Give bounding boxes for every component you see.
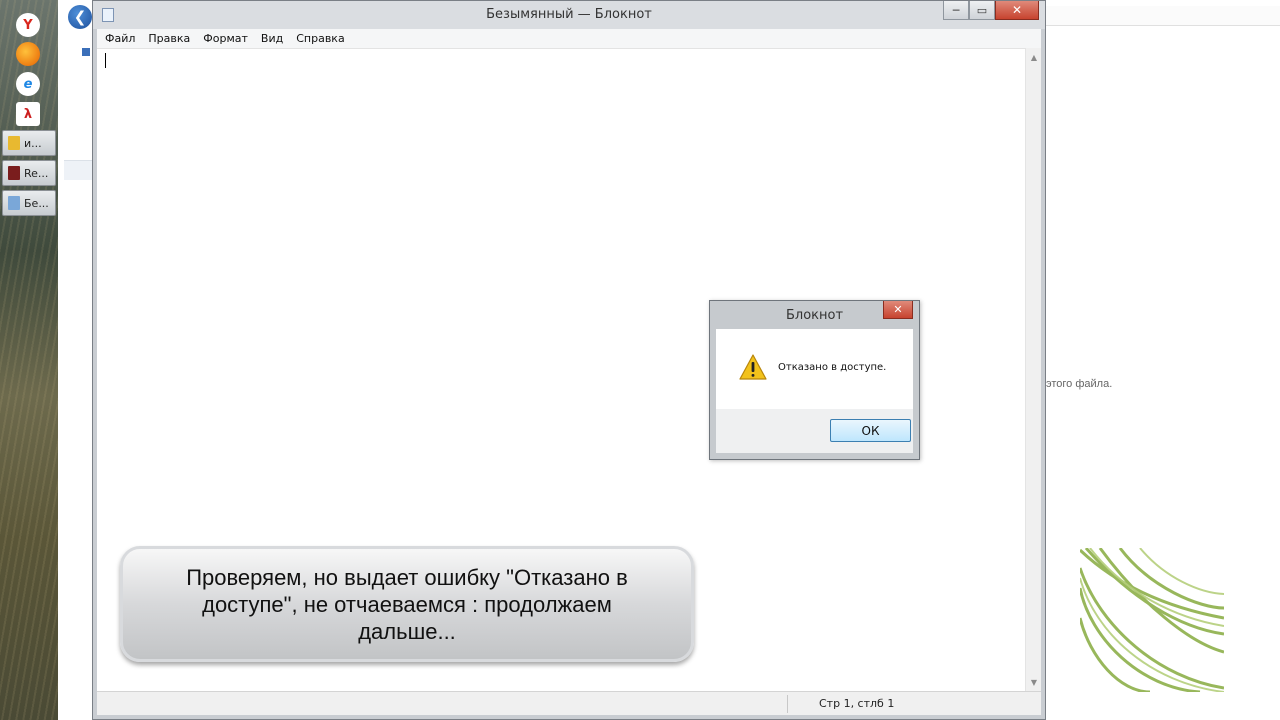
title-bar[interactable]: Безымянный — Блокнот ─ ▭ ✕ (93, 1, 1045, 29)
taskbar-button-folder[interactable]: и... (2, 130, 56, 156)
text-caret (105, 53, 106, 68)
background-address-bar (1046, 6, 1280, 26)
background-partial-text: этого файла. (1046, 378, 1113, 390)
error-dialog: Блокнот ✕ Отказано в доступе. ОК (709, 300, 920, 460)
background-item-marker (82, 48, 90, 56)
menu-view[interactable]: Вид (261, 32, 283, 45)
menu-bar: Файл Правка Формат Вид Справка (97, 29, 1041, 48)
caption-text: Проверяем, но выдает ошибку "Отказано в … (186, 564, 628, 644)
menu-help[interactable]: Справка (296, 32, 344, 45)
notepad-icon (8, 196, 20, 210)
status-divider (787, 695, 788, 713)
menu-format[interactable]: Формат (203, 32, 248, 45)
window-title: Безымянный — Блокнот (486, 7, 652, 22)
green-swirl-graphic (1080, 548, 1224, 692)
background-panel-strip (64, 160, 92, 180)
dialog-close-button[interactable]: ✕ (883, 301, 913, 319)
registry-editor-icon (8, 166, 20, 180)
taskbar-button-label: и... (24, 136, 42, 150)
warning-icon (739, 354, 767, 380)
dialog-message: Отказано в доступе. (778, 362, 887, 373)
taskbar-button-label: Re... (24, 166, 49, 180)
menu-edit[interactable]: Правка (148, 32, 190, 45)
window-controls: ─ ▭ ✕ (943, 1, 1039, 20)
taskbar: Y e λ и... Re... Бе... (0, 0, 58, 720)
dialog-body: Отказано в доступе. (716, 329, 913, 409)
close-button[interactable]: ✕ (995, 1, 1039, 20)
vertical-scrollbar[interactable]: ▲ ▼ (1025, 48, 1041, 691)
yandex-browser-icon[interactable]: Y (16, 13, 40, 37)
folder-icon (8, 136, 20, 150)
ok-button[interactable]: ОК (830, 419, 911, 442)
cursor-position: Стр 1, стлб 1 (819, 697, 895, 710)
back-arrow-icon[interactable]: ❮ (68, 5, 92, 29)
taskbar-button-registry-editor[interactable]: Re... (2, 160, 56, 186)
acrobat-icon[interactable]: λ (16, 102, 40, 126)
taskbar-button-notepad[interactable]: Бе... (2, 190, 56, 216)
minimize-button[interactable]: ─ (943, 1, 969, 20)
scroll-down-arrow-icon[interactable]: ▼ (1026, 675, 1042, 689)
taskbar-button-label: Бе... (24, 196, 49, 210)
internet-explorer-icon[interactable]: e (16, 72, 40, 96)
background-green-swirl-image (1080, 548, 1224, 692)
firefox-icon[interactable] (16, 42, 40, 66)
status-bar: Стр 1, стлб 1 (97, 691, 1041, 715)
scroll-up-arrow-icon[interactable]: ▲ (1026, 50, 1042, 64)
dialog-footer: ОК (716, 409, 913, 453)
menu-file[interactable]: Файл (105, 32, 135, 45)
video-caption-bubble: Проверяем, но выдает ошибку "Отказано в … (120, 546, 694, 662)
maximize-button[interactable]: ▭ (969, 1, 995, 20)
